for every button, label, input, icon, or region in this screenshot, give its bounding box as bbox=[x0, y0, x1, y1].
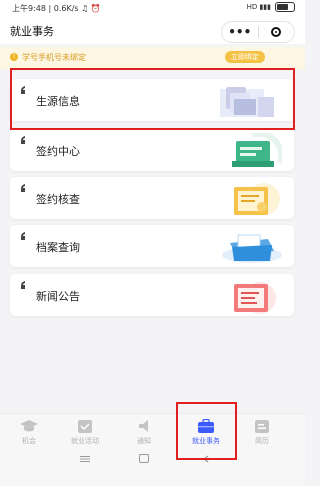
quote-icon bbox=[21, 232, 25, 240]
resume-icon bbox=[255, 420, 269, 433]
bottom-area bbox=[0, 469, 305, 486]
close-icon bbox=[271, 27, 282, 37]
quote-icon bbox=[21, 281, 25, 289]
status-bar: 上午9:48 | 0.6K/s ♫ ⏰ HD ▮▮▮ bbox=[0, 0, 305, 16]
tab-notification[interactable]: 通知 bbox=[119, 419, 169, 446]
signal-icon: HD ▮▮▮ bbox=[246, 3, 271, 11]
tab-opportunity[interactable]: 机会 bbox=[4, 419, 54, 446]
status-time: 上午9:48 | 0.6K/s ♫ ⏰ bbox=[12, 4, 101, 13]
card-student-source[interactable]: 生源信息 bbox=[10, 79, 294, 121]
system-navigation-bar bbox=[0, 449, 305, 469]
contract-center-illustration bbox=[232, 133, 282, 167]
card-label: 签约中心 bbox=[36, 145, 80, 158]
speaker-icon bbox=[139, 420, 148, 432]
card-label: 签约核查 bbox=[36, 193, 80, 206]
card-contract-check[interactable]: 签约核查 bbox=[10, 177, 294, 219]
notice-text: 学号手机号未绑定 bbox=[22, 53, 86, 62]
calendar-icon bbox=[78, 420, 92, 433]
tab-employment-affairs[interactable]: 就业事务 bbox=[181, 419, 231, 446]
tab-bar: 机会 就业活动 通知 就业事务 简历 bbox=[0, 413, 305, 450]
menu-icon[interactable] bbox=[80, 456, 90, 462]
warning-icon: ! bbox=[10, 53, 18, 61]
contract-check-illustration bbox=[234, 183, 280, 215]
quote-icon bbox=[21, 86, 25, 94]
news-announcement-illustration bbox=[234, 282, 276, 314]
tab-label: 机会 bbox=[22, 437, 36, 445]
nav-bar: 就业事务 ••• bbox=[0, 16, 305, 44]
tab-label: 就业活动 bbox=[71, 437, 99, 445]
graduation-cap-icon bbox=[20, 420, 38, 432]
back-icon[interactable] bbox=[202, 455, 210, 463]
status-right: HD ▮▮▮ bbox=[247, 2, 295, 12]
quote-icon bbox=[21, 184, 25, 192]
bind-now-button[interactable]: 立即绑定 bbox=[225, 51, 265, 63]
page-title: 就业事务 bbox=[10, 25, 54, 38]
card-label: 新闻公告 bbox=[36, 290, 80, 303]
card-news-announcement[interactable]: 新闻公告 bbox=[10, 274, 294, 316]
more-button[interactable]: ••• bbox=[222, 22, 258, 42]
binding-notice: ! 学号手机号未绑定 立即绑定 bbox=[0, 47, 305, 69]
card-contract-center[interactable]: 签约中心 bbox=[10, 129, 294, 171]
battery-icon bbox=[275, 2, 295, 12]
miniprogram-capsule: ••• bbox=[221, 21, 295, 43]
home-icon[interactable] bbox=[139, 454, 149, 463]
card-label: 生源信息 bbox=[36, 95, 80, 108]
card-label: 档案查询 bbox=[36, 241, 80, 254]
tab-label: 就业事务 bbox=[192, 437, 220, 445]
briefcase-icon bbox=[198, 419, 214, 433]
card-archive-query[interactable]: 档案查询 bbox=[10, 225, 294, 267]
student-source-illustration bbox=[220, 87, 274, 117]
tab-activities[interactable]: 就业活动 bbox=[60, 419, 110, 446]
quote-icon bbox=[21, 136, 25, 144]
tab-label: 通知 bbox=[137, 437, 151, 445]
tab-label: 简历 bbox=[255, 437, 269, 445]
archive-query-illustration bbox=[222, 234, 282, 263]
tab-resume[interactable]: 简历 bbox=[237, 419, 287, 446]
close-button[interactable] bbox=[259, 27, 295, 37]
